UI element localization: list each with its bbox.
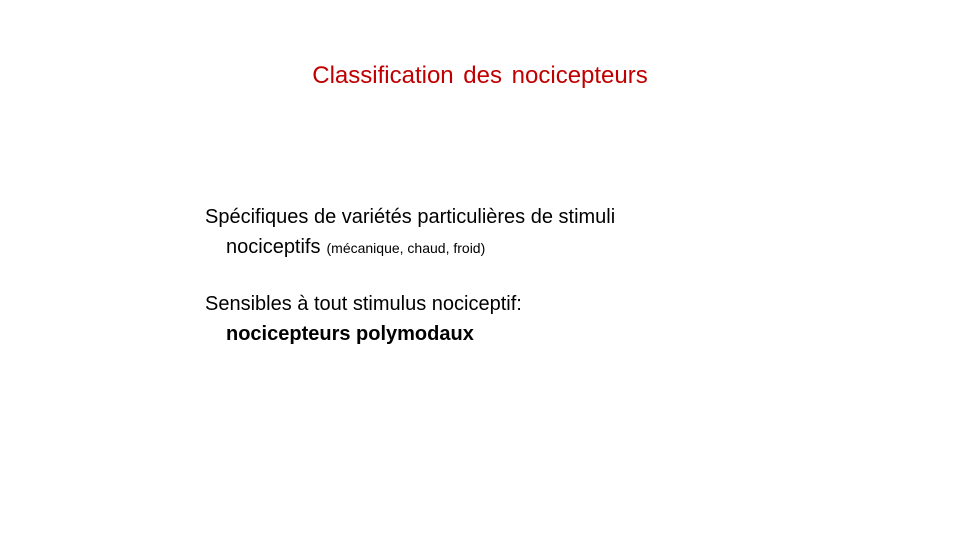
item-continuation: nociceptifs (mécanique, chaud, froid) <box>205 232 765 263</box>
item-term: nociceptifs <box>226 236 321 258</box>
item-note: (mécanique, chaud, froid) <box>326 240 486 256</box>
bullet-item-polymodal: Sensibles à tout stimulus nociceptif: no… <box>205 289 765 349</box>
item-term-bold: nocicepteurs polymodaux <box>226 323 474 345</box>
bullet-item-specific: Spécifiques de variétés particulières de… <box>205 202 765 263</box>
item-text: Spécifiques de variétés particulières de… <box>205 206 616 228</box>
item-text: Sensibles à tout stimulus nociceptif: <box>205 293 522 315</box>
slide-title: Classification des nocicepteurs <box>312 62 648 89</box>
slide-body: Spécifiques de variétés particulières de… <box>205 202 765 349</box>
slide: Classification des nocicepteurs Spécifiq… <box>0 0 960 540</box>
